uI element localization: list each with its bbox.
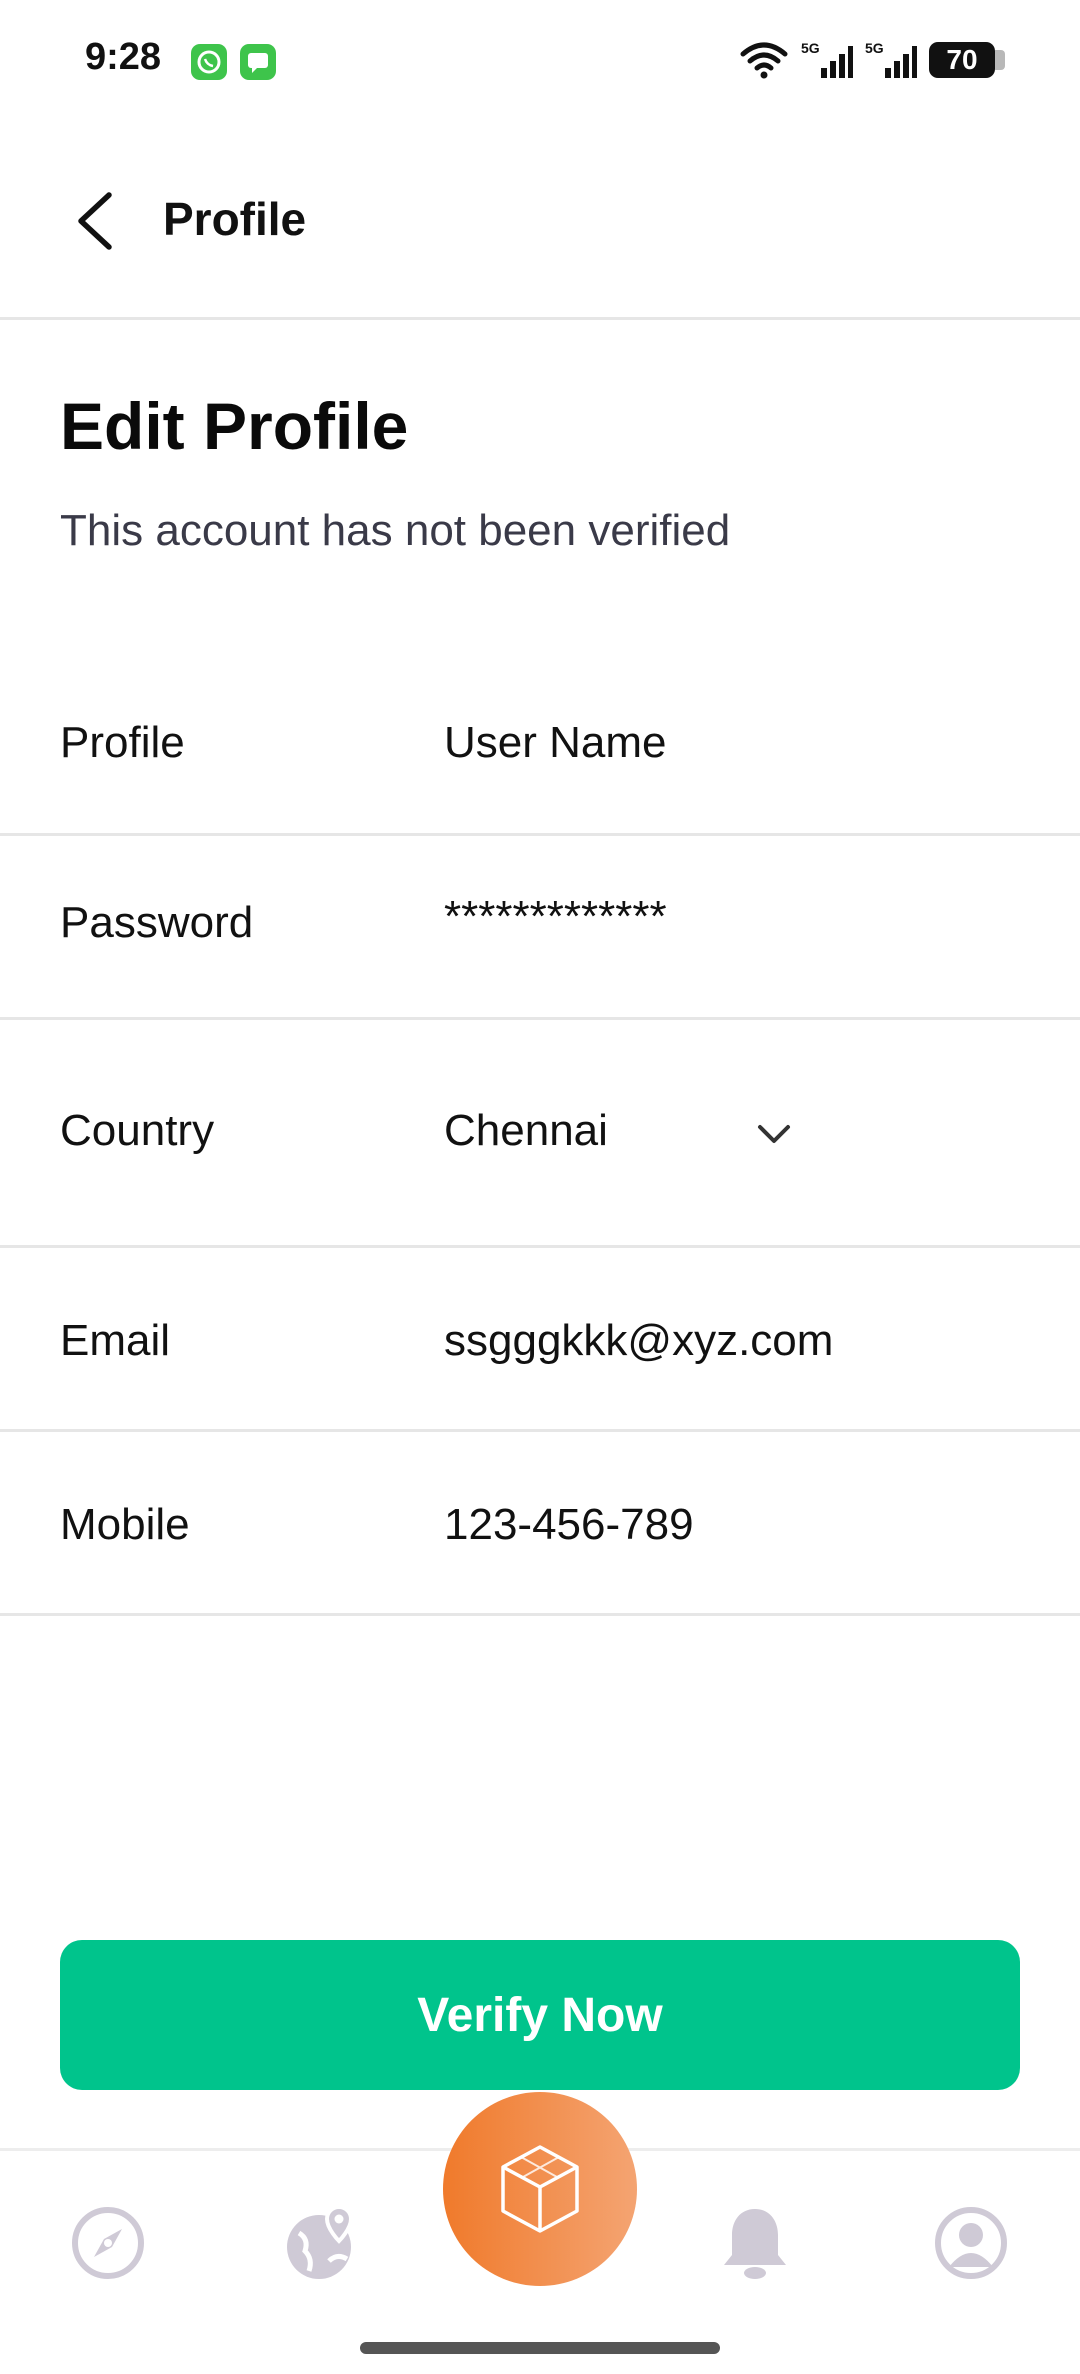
network-type-1: 5G — [801, 40, 820, 56]
cell-signal-icon: 5G — [801, 40, 853, 78]
country-select[interactable]: Chennai — [444, 1106, 608, 1156]
cube-icon — [501, 2145, 579, 2233]
verify-now-label: Verify Now — [417, 1988, 663, 2042]
status-time: 9:28 — [85, 36, 162, 78]
nav-home-cube-button[interactable] — [443, 2092, 637, 2286]
profile-name-field[interactable]: User Name — [444, 718, 667, 768]
cell-signal-icon-2: 5G — [865, 40, 917, 78]
profile-label: Profile — [60, 718, 185, 767]
mobile-row[interactable]: Mobile 123-456-789 — [0, 1432, 1080, 1616]
email-field[interactable]: ssgggkkk@xyz.com — [444, 1316, 833, 1366]
mobile-label: Mobile — [60, 1500, 190, 1549]
country-label: Country — [60, 1106, 215, 1155]
status-indicators: 5G 5G 70 — [739, 38, 1005, 82]
user-circle-icon — [935, 2207, 1007, 2279]
app-bar-title: Profile — [163, 193, 307, 245]
globe-pin-icon — [287, 2204, 354, 2279]
nav-profile[interactable] — [931, 2203, 1011, 2283]
compass-icon — [72, 2207, 144, 2279]
password-field[interactable]: ************* — [444, 892, 667, 942]
status-bar: 9:28 5G 5G 70 — [0, 0, 1080, 120]
battery-icon: 70 — [929, 42, 1005, 78]
verify-now-button[interactable]: Verify Now — [60, 1940, 1020, 2090]
mobile-field[interactable]: 123-456-789 — [444, 1500, 694, 1550]
bell-icon — [724, 2209, 786, 2279]
home-indicator[interactable] — [360, 2342, 720, 2354]
nav-explore[interactable] — [68, 2203, 148, 2283]
app-bar: Profile — [0, 120, 1080, 320]
wifi-icon — [740, 42, 788, 79]
chevron-left-icon — [78, 192, 112, 250]
nav-notifications[interactable] — [715, 2203, 795, 2283]
whatsapp-icon — [191, 44, 227, 80]
country-row[interactable]: Country Chennai — [0, 1020, 1080, 1248]
back-button[interactable] — [60, 186, 130, 256]
email-label: Email — [60, 1316, 171, 1365]
nav-map[interactable] — [283, 2203, 363, 2283]
messages-icon — [240, 44, 276, 80]
battery-level: 70 — [946, 44, 978, 75]
password-label: Password — [60, 898, 254, 947]
password-row[interactable]: Password ************* — [0, 836, 1080, 1020]
page-title: Edit Profile — [60, 389, 409, 463]
profile-row[interactable]: Profile User Name — [0, 680, 1080, 836]
chevron-down-icon[interactable] — [754, 1114, 794, 1154]
email-row[interactable]: Email ssgggkkk@xyz.com — [0, 1248, 1080, 1432]
verification-status-text: This account has not been verified — [60, 506, 731, 555]
network-type-2: 5G — [865, 40, 884, 56]
